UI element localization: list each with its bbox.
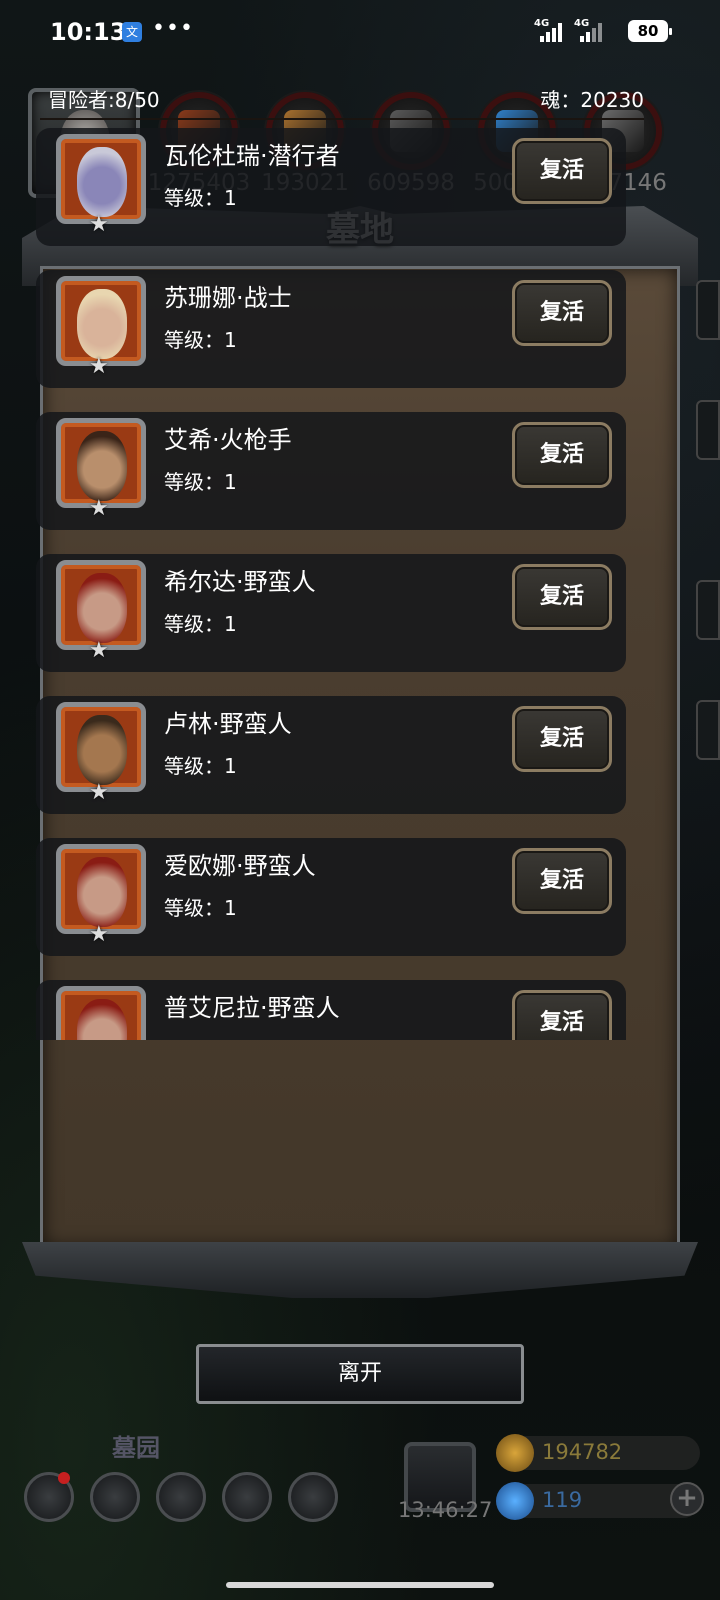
grave-list[interactable]: ★ 瓦伦杜瑞·潜行者 等级：1 复活 ★ 苏珊娜·战士 等级：1 复活 ★ 艾希·火枪手 等级：1 复… — [36, 120, 642, 1040]
hero-level: 等级：1 — [164, 754, 237, 778]
star-icon: ★ — [89, 212, 109, 237]
status-time: 10:13 — [50, 18, 127, 46]
hero-portrait — [56, 134, 146, 224]
hero-portrait — [56, 418, 146, 508]
grave-row: ★ 瓦伦杜瑞·潜行者等级：1 复活 — [36, 128, 626, 246]
star-icon: ★ — [89, 638, 109, 663]
hero-level: 等级：1 — [164, 186, 237, 210]
revive-button[interactable]: 复活 — [512, 422, 612, 488]
hero-face — [77, 857, 127, 927]
revive-button[interactable]: 复活 — [512, 990, 612, 1040]
hero-level: 等级：1 — [164, 1034, 237, 1040]
hero-name: 瓦伦杜瑞·潜行者 — [164, 142, 340, 170]
side-tab[interactable] — [696, 700, 720, 760]
hero-name: 爱欧娜·野蛮人 — [164, 852, 316, 880]
home-indicator[interactable] — [226, 1582, 494, 1588]
shop-icon[interactable] — [156, 1472, 206, 1522]
add-currency-button[interactable]: + — [670, 1482, 704, 1516]
hero-name: 希尔达·野蛮人 — [164, 568, 316, 596]
hero-portrait — [56, 560, 146, 650]
guild-icon[interactable] — [90, 1472, 140, 1522]
adventurer-count: 冒险者:8/50 — [48, 88, 160, 112]
revive-button[interactable]: 复活 — [512, 848, 612, 914]
hero-portrait — [56, 844, 146, 934]
revive-button[interactable]: 复活 — [512, 706, 612, 772]
gold-counter: 194782 — [496, 1434, 700, 1472]
revive-button[interactable]: 复活 — [512, 280, 612, 346]
panel-info-bar: 冒险者:8/50 魂：20230 — [28, 80, 644, 116]
hero-portrait — [56, 702, 146, 792]
hero-portrait — [56, 276, 146, 366]
star-icon: ★ — [89, 354, 109, 379]
signal-bars-icon-2 — [580, 22, 602, 42]
gem-value: 119 — [542, 1488, 583, 1512]
map-icon[interactable] — [288, 1472, 338, 1522]
battery-icon: 80 — [628, 20, 672, 42]
soul-count: 魂：20230 — [540, 88, 644, 112]
gold-value: 194782 — [542, 1440, 623, 1464]
mail-icon[interactable] — [222, 1472, 272, 1522]
grave-row: ★ 卢林·野蛮人等级：1 复活 — [36, 696, 626, 814]
hero-face — [77, 573, 127, 643]
status-bar: 10:13 文 ••• 4G 4G 80 — [0, 0, 720, 66]
star-icon: ★ — [89, 496, 109, 521]
side-tab[interactable] — [696, 400, 720, 460]
grave-row: ★ 苏珊娜·战士等级：1 复活 — [36, 270, 626, 388]
side-tab[interactable] — [696, 580, 720, 640]
panel-frame-bottom — [22, 1242, 698, 1298]
hero-level: 等级：1 — [164, 470, 237, 494]
hero-name: 艾希·火枪手 — [164, 426, 292, 454]
app-notification-icon: 文 — [122, 22, 142, 42]
side-tab[interactable] — [696, 280, 720, 340]
hero-name: 苏珊娜·战士 — [164, 284, 292, 312]
revive-button[interactable]: 复活 — [512, 138, 612, 204]
leave-button[interactable]: 离开 — [196, 1344, 524, 1404]
gift-timer: 13:46:27 — [398, 1498, 493, 1522]
hero-face — [77, 289, 127, 359]
revive-button[interactable]: 复活 — [512, 564, 612, 630]
gold-coin-icon — [496, 1434, 534, 1472]
notification-dot — [58, 1472, 70, 1484]
grave-row: ★ 爱欧娜·野蛮人等级：1 复活 — [36, 838, 626, 956]
hero-face — [77, 147, 127, 217]
signal-bars-icon-1 — [540, 22, 562, 42]
grave-row: ★普艾尼拉·野蛮人等级：1复活 — [36, 980, 626, 1040]
hero-face — [77, 999, 127, 1040]
hero-name: 卢林·野蛮人 — [164, 710, 292, 738]
scene-label: 墓园 — [112, 1434, 160, 1462]
star-icon: ★ — [89, 922, 109, 947]
more-notifications-icon: ••• — [152, 16, 194, 41]
hero-level: 等级：1 — [164, 328, 237, 352]
hero-level: 等级：1 — [164, 896, 237, 920]
gem-icon — [496, 1482, 534, 1520]
grave-row: ★ 希尔达·野蛮人等级：1 复活 — [36, 554, 626, 672]
hero-face — [77, 715, 127, 785]
hero-level: 等级：1 — [164, 612, 237, 636]
hero-face — [77, 431, 127, 501]
hero-name: 普艾尼拉·野蛮人 — [164, 994, 340, 1022]
grave-row: ★ 艾希·火枪手等级：1 复活 — [36, 412, 626, 530]
hero-portrait — [56, 986, 146, 1040]
star-icon: ★ — [89, 780, 109, 805]
